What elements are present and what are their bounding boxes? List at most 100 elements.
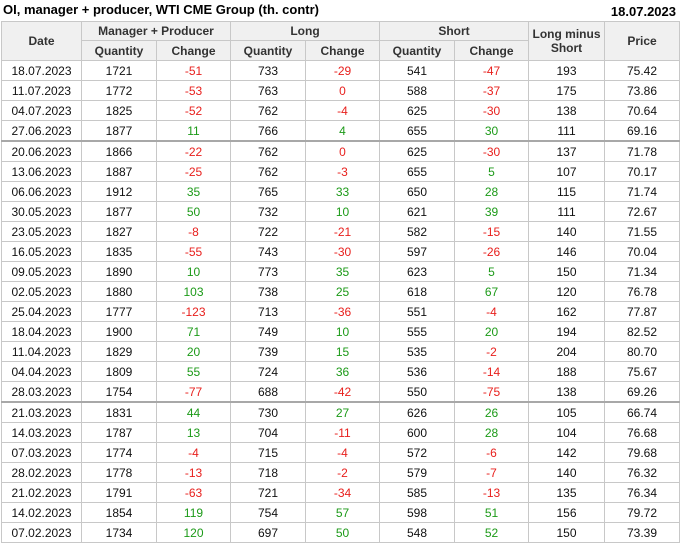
cell-price: 66.74 <box>604 401 680 423</box>
cell-short-quantity: 585 <box>379 482 456 503</box>
cell-mp-change: -52 <box>156 100 231 121</box>
cell-mp-quantity: 1866 <box>81 140 157 162</box>
cell-price: 79.72 <box>604 502 680 523</box>
cell-date: 20.06.2023 <box>1 140 82 162</box>
cell-mp-change: -53 <box>156 80 231 101</box>
cell-date: 28.02.2023 <box>1 462 82 483</box>
cell-mp-quantity: 1877 <box>81 201 157 222</box>
table-row: 27.06.2023 1877 11 766 4 655 30 111 69.16 <box>1 120 680 142</box>
cell-date: 30.05.2023 <box>1 201 82 222</box>
cell-short-change: 20 <box>454 321 530 342</box>
cell-long-minus-short: 188 <box>528 361 606 382</box>
cell-long-quantity: 721 <box>230 482 306 503</box>
table-row: 20.06.2023 1866 -22 762 0 625 -30 137 71.78 <box>1 140 680 162</box>
cell-short-quantity: 600 <box>379 422 456 443</box>
cell-short-change: -15 <box>454 221 530 242</box>
cell-long-quantity: 713 <box>230 301 306 322</box>
cell-date: 04.07.2023 <box>1 100 82 121</box>
cell-date: 11.04.2023 <box>1 341 82 362</box>
cell-mp-quantity: 1880 <box>81 281 157 302</box>
table-row: 13.06.2023 1887 -25 762 -3 655 5 107 70.17 <box>1 161 680 182</box>
cell-mp-quantity: 1809 <box>81 361 157 382</box>
cell-short-quantity: 536 <box>379 361 456 382</box>
table-row: 21.02.2023 1791 -63 721 -34 585 -13 135 76.34 <box>1 482 680 503</box>
subheader-quantity: Quantity <box>81 40 157 61</box>
cell-short-change: 5 <box>454 161 530 182</box>
cell-long-quantity: 762 <box>230 161 306 182</box>
cell-mp-change: -4 <box>156 442 231 463</box>
table-row: 16.05.2023 1835 -55 743 -30 597 -26 146 70.04 <box>1 241 680 262</box>
table-row: 14.02.2023 1854 119 754 57 598 51 156 79.72 <box>1 502 680 523</box>
cell-long-minus-short: 138 <box>528 381 606 403</box>
table-row: 25.04.2023 1777 -123 713 -36 551 -4 162 77.87 <box>1 301 680 322</box>
cell-mp-quantity: 1827 <box>81 221 157 242</box>
cell-date: 11.07.2023 <box>1 80 82 101</box>
cell-long-minus-short: 107 <box>528 161 606 182</box>
title-bar: OI, manager + producer, WTI CME Group (t… <box>0 0 680 21</box>
cell-short-change: 5 <box>454 261 530 282</box>
cell-mp-change: 71 <box>156 321 231 342</box>
cell-mp-quantity: 1912 <box>81 181 157 202</box>
cell-mp-change: 120 <box>156 522 231 543</box>
cell-long-minus-short: 162 <box>528 301 606 322</box>
cell-price: 69.26 <box>604 381 680 403</box>
table-row: 04.07.2023 1825 -52 762 -4 625 -30 138 70.64 <box>1 100 680 121</box>
cell-short-quantity: 597 <box>379 241 456 262</box>
cell-mp-quantity: 1772 <box>81 80 157 101</box>
cell-long-minus-short: 150 <box>528 522 606 543</box>
cell-date: 14.03.2023 <box>1 422 82 443</box>
header-price: Price <box>604 21 680 61</box>
cell-date: 18.07.2023 <box>1 60 82 81</box>
cell-date: 27.06.2023 <box>1 120 82 142</box>
cell-date: 28.03.2023 <box>1 381 82 403</box>
cell-long-change: 25 <box>304 281 381 302</box>
cell-long-change: 0 <box>304 140 381 162</box>
cell-short-quantity: 626 <box>379 401 456 423</box>
cell-long-quantity: 704 <box>230 422 306 443</box>
cell-long-change: -21 <box>304 221 381 242</box>
cell-long-quantity: 754 <box>230 502 306 523</box>
cell-price: 70.17 <box>604 161 680 182</box>
cell-mp-quantity: 1774 <box>81 442 157 463</box>
cell-price: 79.68 <box>604 442 680 463</box>
cell-long-change: -30 <box>304 241 381 262</box>
cell-short-quantity: 550 <box>379 381 456 403</box>
cell-mp-quantity: 1877 <box>81 120 157 142</box>
cell-long-minus-short: 138 <box>528 100 606 121</box>
subheader-quantity: Quantity <box>230 40 306 61</box>
cell-mp-change: -55 <box>156 241 231 262</box>
cell-short-quantity: 535 <box>379 341 456 362</box>
cell-mp-change: 50 <box>156 201 231 222</box>
cell-long-minus-short: 111 <box>528 120 606 142</box>
table-row: 02.05.2023 1880 103 738 25 618 67 120 76.78 <box>1 281 680 302</box>
cell-short-change: -37 <box>454 80 530 101</box>
cell-short-quantity: 579 <box>379 462 456 483</box>
cell-short-change: 28 <box>454 422 530 443</box>
cell-mp-quantity: 1900 <box>81 321 157 342</box>
cell-price: 75.42 <box>604 60 680 81</box>
cell-short-change: -30 <box>454 100 530 121</box>
cell-mp-change: 119 <box>156 502 231 523</box>
cell-date: 25.04.2023 <box>1 301 82 322</box>
table-row: 28.03.2023 1754 -77 688 -42 550 -75 138 69.26 <box>1 381 680 403</box>
cell-date: 21.02.2023 <box>1 482 82 503</box>
cell-long-change: 10 <box>304 201 381 222</box>
report-date: 18.07.2023 <box>610 4 676 19</box>
cell-short-quantity: 618 <box>379 281 456 302</box>
table-row: 09.05.2023 1890 10 773 35 623 5 150 71.34 <box>1 261 680 282</box>
cell-short-quantity: 572 <box>379 442 456 463</box>
table-row: 23.05.2023 1827 -8 722 -21 582 -15 140 71.55 <box>1 221 680 242</box>
cell-date: 04.04.2023 <box>1 361 82 382</box>
cell-price: 75.67 <box>604 361 680 382</box>
cell-short-change: -4 <box>454 301 530 322</box>
cell-long-change: -11 <box>304 422 381 443</box>
table-row: 07.03.2023 1774 -4 715 -4 572 -6 142 79.68 <box>1 442 680 463</box>
table-row: 06.06.2023 1912 35 765 33 650 28 115 71.74 <box>1 181 680 202</box>
cell-short-quantity: 650 <box>379 181 456 202</box>
cell-mp-change: 44 <box>156 401 231 423</box>
cell-long-quantity: 762 <box>230 100 306 121</box>
cell-mp-quantity: 1791 <box>81 482 157 503</box>
cell-long-quantity: 688 <box>230 381 306 403</box>
cell-price: 71.74 <box>604 181 680 202</box>
cell-price: 72.67 <box>604 201 680 222</box>
